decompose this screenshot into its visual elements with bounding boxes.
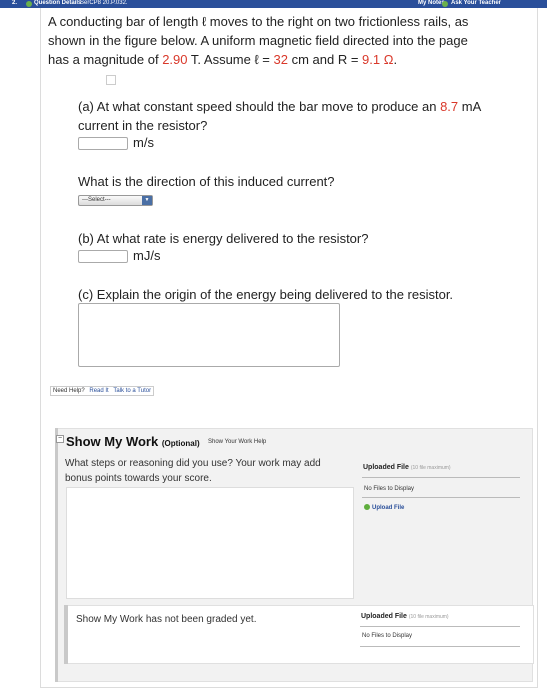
show-my-work-prompt-line-1: What steps or reasoning did you use? You… [65,458,321,469]
direction-select[interactable]: ---Select--- ▼ [78,195,153,206]
part-a-text: (a) At what constant speed should the ba… [78,97,538,135]
current-value: 8.7 [440,99,459,114]
question-line-3-start: has a magnitude of [48,52,163,67]
divider [360,626,520,627]
graded-side-bar [64,605,68,664]
energy-origin-textarea[interactable] [78,303,340,367]
upload-file-button[interactable]: Upload File [364,504,404,511]
uploaded-file-max: (10 file maximum) [410,465,451,471]
energy-rate-answer-input[interactable] [78,250,128,263]
frame-bottom-border [40,687,538,688]
question-code: SerCP8 20.P.032. [80,0,128,6]
talk-to-tutor-button[interactable]: Talk to a Tutor [113,388,151,394]
part-b-text: (b) At what rate is energy delivered to … [78,231,369,246]
divider [362,477,520,478]
uploaded-file-label-2: Uploaded File [361,613,407,620]
read-it-button[interactable]: Read It [89,388,108,394]
question-line-3: has a magnitude of 2.90 T. Assume ℓ = 32… [48,50,528,69]
graded-status-text: Show My Work has not been graded yet. [76,614,257,625]
question-number: 2. [12,0,18,6]
optional-label: (Optional) [161,439,200,448]
show-my-work-heading: Show My Work [66,434,159,449]
show-my-work-prompt-line-2: bonus points towards your score. [65,473,212,484]
speed-answer-input[interactable] [78,137,128,150]
part-a-prompt: (a) At what constant speed should the ba… [78,99,441,114]
no-files-text-2: No Files to Display [362,633,413,639]
ask-teacher-plus-icon[interactable] [442,1,448,7]
resistance-value: 9.1 Ω [362,52,394,67]
question-text: A conducting bar of length ℓ moves to th… [48,12,528,69]
direction-question: What is the direction of this induced cu… [78,174,335,189]
need-help-bar: Need Help? Read It Talk to a Tutor [50,386,155,396]
work-textarea[interactable] [66,487,354,599]
field-value: 2.90 [162,52,188,67]
upload-plus-icon [364,504,370,510]
uploaded-file-heading: Uploaded File (10 file maximum) [363,464,451,471]
uploaded-file-label: Uploaded File [363,464,409,471]
show-my-work-title: Show My Work (Optional) [66,434,200,449]
question-line-3-end: . [393,52,398,67]
energy-rate-unit-label: mJ/s [133,248,161,263]
upload-file-label: Upload File [372,505,405,511]
expand-plus-icon[interactable] [26,1,32,7]
question-line-1: A conducting bar of length ℓ moves to th… [48,14,469,29]
divider [360,646,520,647]
question-header-bar: 2. Question Details SerCP8 20.P.032. My … [0,0,547,8]
current-unit: mA [458,99,482,114]
ask-teacher-link[interactable]: Ask Your Teacher [451,0,501,8]
no-files-text: No Files to Display [364,486,415,492]
need-help-label: Need Help? [53,388,85,394]
question-line-3-mid: T. Assume ℓ = [187,52,274,67]
divider [362,497,520,498]
question-line-3-mid2: cm and R = [287,52,363,67]
uploaded-file-heading-2: Uploaded File (10 file maximum) [361,613,449,620]
question-details-link[interactable]: Question Details [34,0,81,8]
show-work-help-link[interactable]: Show Your Work Help [208,439,266,445]
part-c-text: (c) Explain the origin of the energy bei… [78,287,454,302]
part-a-line-1: (a) At what constant speed should the ba… [78,97,538,116]
uploaded-file-max-2: (10 file maximum) [408,614,449,620]
show-my-work-side-bar [55,428,58,682]
part-a-line-2: current in the resistor? [78,118,208,133]
length-value: 32 [273,52,288,67]
figure-placeholder-image [106,75,116,85]
frame-left-border [40,8,41,688]
direction-select-value: ---Select--- [82,197,111,203]
show-my-work-prompt: What steps or reasoning did you use? You… [65,456,355,486]
question-line-2: shown in the figure below. A uniform mag… [48,33,468,48]
collapse-icon[interactable]: − [56,435,64,443]
speed-unit-label: m/s [133,135,154,150]
dropdown-arrow-icon: ▼ [142,196,152,205]
my-notes-link[interactable]: My Notes [418,0,445,8]
